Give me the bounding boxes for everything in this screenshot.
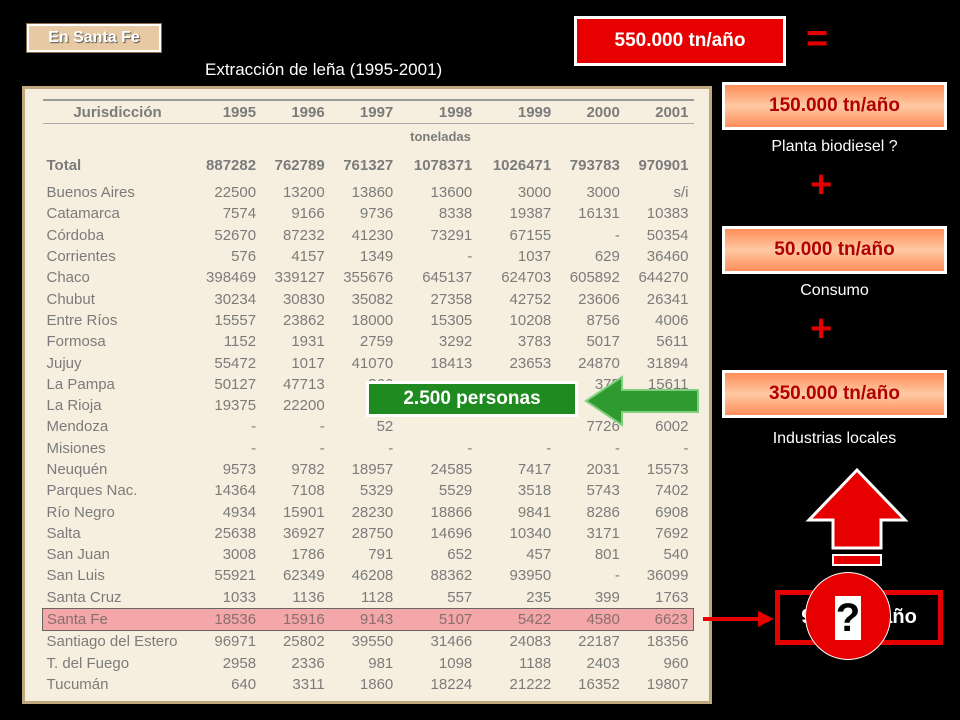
question-mark-icon: ? bbox=[835, 596, 861, 641]
red-arrow-bar bbox=[832, 554, 882, 566]
question-circle: ? bbox=[806, 573, 890, 659]
persons-label: 2.500 personas bbox=[366, 381, 578, 417]
green-left-arrow bbox=[584, 375, 699, 427]
connector-arrowhead bbox=[758, 611, 774, 627]
red-up-arrow bbox=[805, 467, 909, 550]
